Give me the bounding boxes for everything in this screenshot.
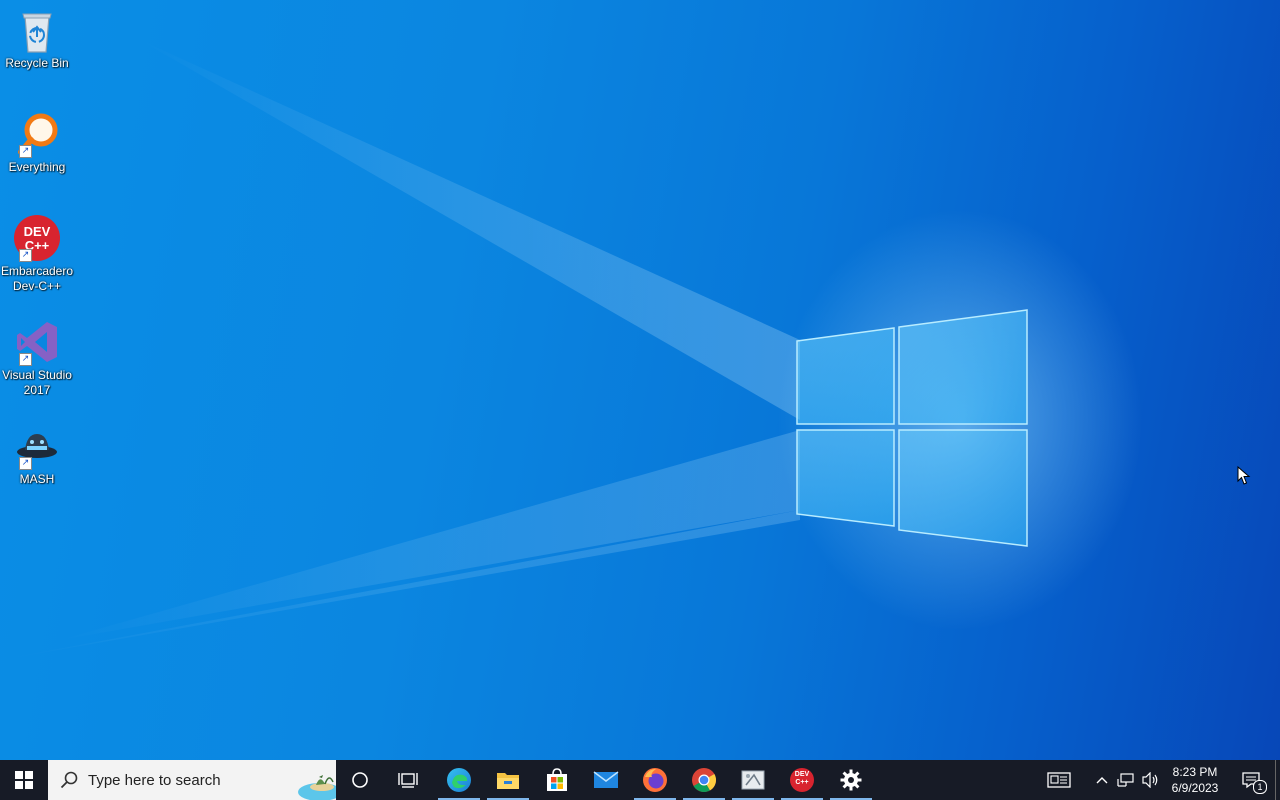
desktop-icon-label: Embarcadero Dev-C++ — [0, 264, 74, 293]
shortcut-arrow-icon: ↗ — [19, 353, 32, 366]
taskbar-app-store[interactable] — [533, 760, 581, 800]
news-icon — [1047, 772, 1071, 788]
clock-time: 8:23 PM — [1172, 765, 1218, 779]
firefox-icon — [643, 768, 667, 792]
clock-button[interactable]: 8:23 PM 6/9/2023 — [1166, 760, 1224, 800]
mouse-cursor-icon — [1237, 466, 1251, 485]
desktop-icon-label: Everything — [8, 160, 66, 174]
taskbar-app-snipping-tool[interactable] — [729, 760, 777, 800]
desktop-icon-recycle-bin[interactable]: Recycle Bin — [0, 6, 74, 71]
desktop-icon-visual-studio[interactable]: ↗ Visual Studio 2017 — [0, 318, 74, 398]
shortcut-arrow-icon: ↗ — [19, 249, 32, 262]
cortana-circle-icon — [352, 772, 368, 788]
search-highlight-image — [298, 775, 336, 800]
shortcut-arrow-icon: ↗ — [19, 145, 32, 158]
cortana-button[interactable] — [336, 760, 384, 800]
taskbar-app-mail[interactable] — [582, 760, 630, 800]
search-icon — [60, 771, 78, 789]
task-view-button[interactable] — [384, 760, 432, 800]
search-placeholder: Type here to search — [88, 772, 221, 789]
show-desktop-button[interactable] — [1275, 760, 1280, 800]
shortcut-arrow-icon: ↗ — [19, 457, 32, 470]
windows-logo-wallpaper — [796, 309, 1028, 547]
file-explorer-icon — [497, 773, 519, 789]
action-center-button[interactable]: 1 — [1234, 760, 1268, 800]
taskbar-app-file-explorer[interactable] — [484, 760, 532, 800]
clock-date: 6/9/2023 — [1171, 781, 1219, 795]
everything-search-icon: ↗ — [13, 110, 61, 158]
desktop-icon-everything[interactable]: ↗ Everything — [0, 110, 74, 175]
taskbar-app-devcpp[interactable]: DEV C++ — [778, 760, 826, 800]
snipping-tool-icon — [741, 770, 765, 790]
devcpp-badge-text: DEV C++ — [794, 771, 810, 786]
edge-icon — [447, 768, 471, 792]
start-button[interactable] — [0, 760, 48, 800]
mash-icon: ↗ — [13, 422, 61, 470]
news-and-interests-button[interactable] — [1040, 760, 1078, 800]
taskbar-app-settings[interactable] — [827, 760, 875, 800]
visual-studio-icon: ↗ — [13, 318, 61, 366]
store-icon — [547, 768, 567, 791]
volume-button[interactable] — [1140, 760, 1162, 800]
taskbar: Type here to search DEV C++ 8:23 PM 6/9/… — [0, 760, 1280, 800]
svg-text:DEV: DEV — [24, 224, 51, 239]
show-hidden-icons-button[interactable] — [1092, 760, 1112, 800]
network-icon — [1117, 773, 1134, 787]
mail-icon — [593, 771, 619, 788]
desktop-icon-mash[interactable]: ↗ MASH — [0, 422, 74, 487]
network-button[interactable] — [1114, 760, 1138, 800]
speaker-icon — [1142, 772, 1158, 788]
desktop-background[interactable]: Recycle Bin ↗ Everything DEV C++ ↗ Embar… — [0, 0, 1280, 760]
recycle-bin-icon — [13, 6, 61, 54]
taskbar-app-chrome[interactable] — [680, 760, 728, 800]
gear-icon — [840, 769, 862, 791]
windows-start-icon — [15, 771, 33, 789]
desktop-icon-label: Visual Studio 2017 — [2, 368, 72, 397]
chevron-up-icon — [1096, 777, 1108, 784]
taskbar-app-edge[interactable] — [435, 760, 483, 800]
desktop-icon-label: MASH — [19, 472, 55, 486]
task-view-icon — [398, 773, 418, 788]
chrome-icon — [692, 768, 717, 793]
taskbar-app-firefox[interactable] — [631, 760, 679, 800]
notification-count-badge: 1 — [1253, 780, 1267, 794]
taskbar-search-box[interactable]: Type here to search — [48, 760, 336, 800]
desktop-icon-label: Recycle Bin — [5, 56, 69, 70]
devcpp-icon: DEV C++ ↗ — [13, 214, 61, 262]
desktop-icon-devcpp[interactable]: DEV C++ ↗ Embarcadero Dev-C++ — [0, 214, 74, 294]
